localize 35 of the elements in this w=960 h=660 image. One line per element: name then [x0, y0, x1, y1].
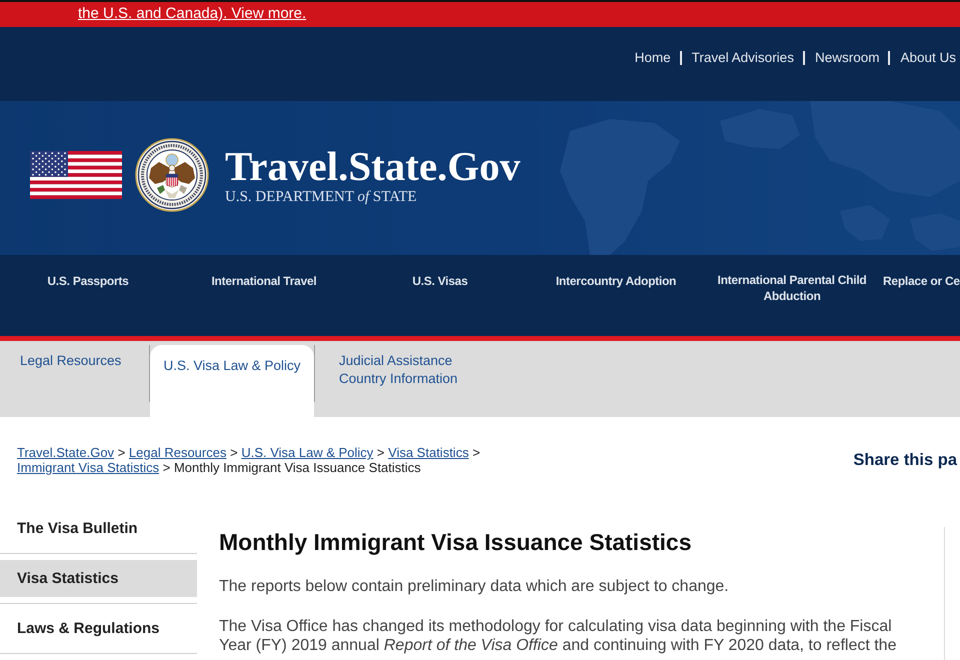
- breadcrumb-link[interactable]: Immigrant Visa Statistics: [17, 460, 160, 475]
- flag-icon: [30, 151, 122, 199]
- top-nav-link[interactable]: Home: [634, 49, 671, 67]
- breadcrumb-link[interactable]: U.S. Visa Law & Policy: [241, 445, 374, 460]
- seal-icon: [135, 138, 209, 212]
- breadcrumb-link[interactable]: Legal Resources: [128, 445, 226, 460]
- tab[interactable]: U.S. Visa Law & Policy: [150, 345, 314, 417]
- paragraph: The reports below contain preliminary data which are subject to change.: [219, 577, 730, 596]
- sidebar-item[interactable]: The Visa Bulletin: [0, 510, 197, 547]
- top-nav-link[interactable]: Travel Advisories: [692, 49, 794, 67]
- breadcrumb-separator: >: [376, 445, 385, 460]
- breadcrumb-link[interactable]: Visa Statistics: [388, 445, 469, 460]
- breadcrumb-separator: >: [162, 460, 170, 475]
- top-nav-link[interactable]: Newsroom: [814, 49, 880, 67]
- page-heading: Monthly Immigrant Visa Issuance Statistics: [219, 528, 692, 556]
- breadcrumb-separator: >: [118, 445, 126, 460]
- breadcrumb-separator: >: [230, 445, 238, 460]
- main-nav-link[interactable]: Intercountry Adoption: [556, 273, 676, 289]
- breadcrumb-link[interactable]: Travel.State.Gov: [17, 445, 114, 460]
- site-subtitle: U.S. DEPARTMENT of STATE: [225, 188, 417, 206]
- tab[interactable]: Judicial Assistance Country Information: [314, 345, 504, 402]
- alert-link[interactable]: the U.S. and Canada). View more.: [78, 5, 306, 22]
- breadcrumb-separator: >: [472, 445, 480, 460]
- breadcrumb-current: Monthly Immigrant Visa Issuance Statistics: [174, 460, 421, 475]
- main-nav-link[interactable]: U.S. Visas: [412, 273, 468, 289]
- main-nav-link[interactable]: U.S. Passports: [47, 273, 129, 289]
- share-heading: Share this pa: [853, 450, 957, 470]
- main-nav-link[interactable]: Replace or Ce: [883, 273, 960, 289]
- sidebar-item[interactable]: Visa Statistics: [0, 560, 197, 597]
- top-nav-link[interactable]: About Us: [900, 49, 956, 67]
- paragraph: The Visa Office has changed its methodology for calculating visa data beginning with the Fiscal Year (FY) 2019 annual Report of the Visa Office and continuing with FY 2020 data, to reflect the: [219, 617, 898, 655]
- main-nav-link[interactable]: International Travel: [211, 273, 317, 289]
- site-title[interactable]: Travel.State.Gov: [225, 144, 520, 188]
- sidebar-item[interactable]: Laws & Regulations: [0, 610, 197, 647]
- main-nav-link[interactable]: International Parental Child Abduction: [709, 272, 875, 304]
